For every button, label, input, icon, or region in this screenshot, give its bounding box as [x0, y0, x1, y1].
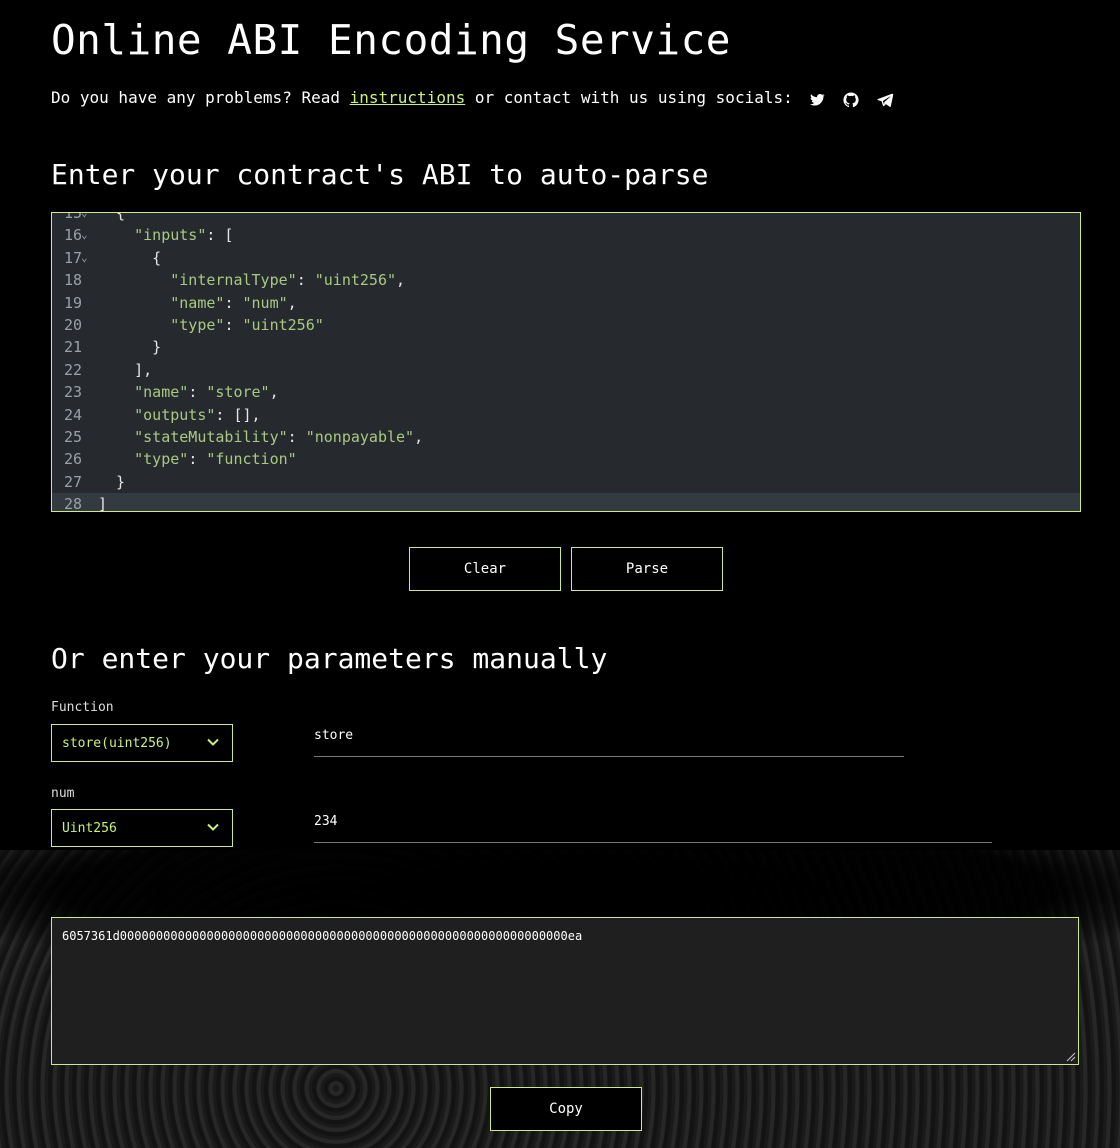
editor-line[interactable]: 16 ⌄ "inputs": [: [52, 224, 1080, 246]
fold-chevron-icon[interactable]: ⌄: [81, 224, 88, 246]
chevron-down-icon: [206, 820, 220, 834]
twitter-icon[interactable]: [808, 91, 826, 109]
github-icon[interactable]: [842, 91, 860, 109]
code-text: "type": "uint256": [170, 316, 324, 334]
line-number: 28: [63, 495, 82, 512]
line-number: 19: [63, 293, 82, 312]
editor-line[interactable]: 27 }: [52, 471, 1080, 493]
editor-line[interactable]: 20 "type": "uint256": [52, 314, 1080, 336]
copy-button[interactable]: Copy: [490, 1087, 642, 1131]
code-text: "name": "num",: [170, 293, 297, 312]
function-name-field[interactable]: store: [314, 728, 904, 757]
line-number: 27: [63, 472, 82, 491]
editor-line[interactable]: 25 "stateMutability": "nonpayable",: [52, 426, 1080, 448]
editor-line[interactable]: 21 }: [52, 336, 1080, 358]
code-text: "inputs": [: [134, 226, 234, 245]
line-number: 17: [63, 248, 82, 267]
code-text: "internalType": "uint256",: [170, 271, 406, 290]
clear-button[interactable]: Clear: [409, 547, 561, 591]
param-value-field[interactable]: 234: [314, 814, 992, 843]
code-text: {: [98, 212, 126, 222]
line-number: 21: [63, 338, 82, 357]
editor-line[interactable]: 17 ⌄ {: [52, 247, 1080, 269]
page-title: Online ABI Encoding Service: [51, 16, 731, 64]
intro-prefix: Do you have any problems? Read: [51, 88, 350, 107]
intro-suffix: or contact with us using socials:: [465, 88, 793, 107]
editor-line[interactable]: 26 "type": "function": [52, 448, 1080, 470]
telegram-icon[interactable]: [876, 91, 894, 109]
code-text: }: [98, 338, 162, 357]
editor-line[interactable]: 24 "outputs": [],: [52, 404, 1080, 426]
line-number: 16: [63, 226, 82, 245]
param-type-select[interactable]: Uint256: [51, 809, 233, 847]
editor-line[interactable]: 23 "name": "store",: [52, 381, 1080, 403]
code-text: ],: [98, 360, 153, 379]
fold-chevron-icon[interactable]: ⌄: [81, 247, 88, 269]
editor-line[interactable]: 15 ⌄ {: [52, 212, 1080, 224]
manual-section-heading: Or enter your parameters manually: [51, 642, 608, 675]
abi-code-editor[interactable]: 15 ⌄ {16 ⌄ "inputs": [17 ⌄ {18 "internalTyp…: [51, 212, 1081, 512]
chevron-down-icon: [206, 735, 220, 749]
code-text: "type": "function": [134, 450, 297, 469]
function-label: Function: [51, 700, 114, 715]
resize-handle-icon[interactable]: [1064, 1050, 1076, 1062]
editor-line[interactable]: 19 "name": "num",: [52, 292, 1080, 314]
code-text: "outputs": [],: [134, 405, 261, 424]
encoded-output-value: 6057361d00000000000000000000000000000000…: [62, 929, 583, 943]
line-number: 15: [63, 212, 82, 222]
social-links: [808, 91, 894, 109]
code-text: "stateMutability": "nonpayable",: [134, 428, 424, 446]
line-number: 24: [63, 405, 82, 424]
line-number: 22: [63, 360, 82, 379]
function-select-value: store(uint256): [62, 735, 172, 751]
editor-line[interactable]: 22 ],: [52, 359, 1080, 381]
intro-text: Do you have any problems? Read instructi…: [51, 88, 793, 107]
instructions-link[interactable]: instructions: [350, 88, 466, 107]
param-label: num: [51, 786, 75, 801]
line-number: 25: [63, 428, 82, 446]
editor-line[interactable]: 28]: [52, 493, 1080, 512]
abi-section-heading: Enter your contract's ABI to auto-parse: [51, 158, 709, 191]
editor-line[interactable]: 18 "internalType": "uint256",: [52, 269, 1080, 291]
param-type-select-value: Uint256: [62, 820, 117, 836]
line-number: 23: [63, 383, 82, 402]
code-text: ]: [98, 495, 108, 512]
code-text: "name": "store",: [134, 383, 279, 402]
line-number: 20: [63, 316, 82, 334]
function-select[interactable]: store(uint256): [51, 724, 233, 762]
parse-button[interactable]: Parse: [571, 547, 723, 591]
fold-chevron-icon[interactable]: ⌄: [81, 213, 88, 224]
code-text: {: [98, 248, 162, 267]
encoded-output-textarea[interactable]: 6057361d00000000000000000000000000000000…: [51, 917, 1079, 1065]
line-number: 18: [63, 271, 82, 290]
code-text: }: [98, 472, 126, 491]
line-number: 26: [63, 450, 82, 469]
